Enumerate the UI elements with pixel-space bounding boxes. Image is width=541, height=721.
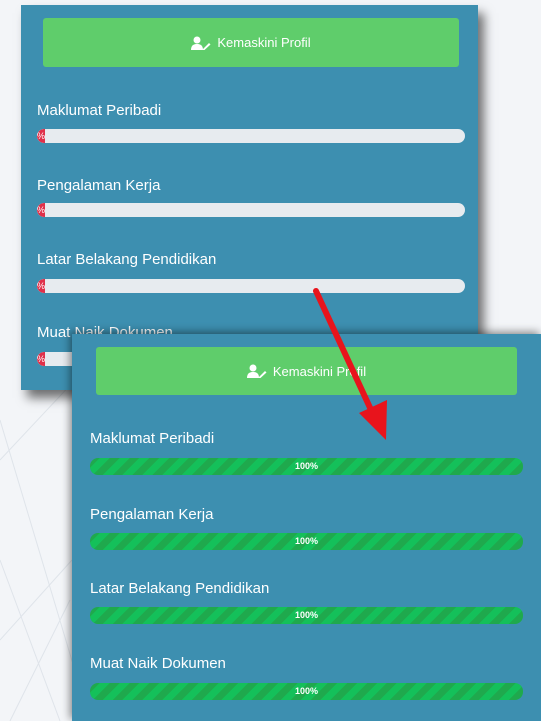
section-label-personal: Maklumat Peribadi — [37, 102, 162, 119]
progress-percent-education: 100% — [294, 610, 319, 620]
progress-bar-experience: 100% — [90, 533, 523, 550]
section-label-education: Latar Belakang Pendidikan — [37, 251, 217, 268]
section-label-experience: Pengalaman Kerja — [90, 506, 214, 523]
update-profile-button[interactable]: Kemaskini Profil — [96, 347, 517, 395]
progress-fill-experience: % — [37, 203, 46, 217]
section-label-education: Latar Belakang Pendidikan — [90, 580, 270, 597]
progress-bar-experience: % — [37, 203, 465, 217]
section-label-experience: Pengalaman Kerja — [37, 177, 161, 194]
progress-fill-personal: % — [37, 129, 46, 143]
progress-bar-personal: 100% — [90, 458, 523, 475]
update-profile-label: Kemaskini Profil — [217, 35, 311, 50]
progress-bar-personal: % — [37, 129, 465, 143]
progress-percent-personal: 100% — [294, 461, 319, 471]
section-label-documents: Muat Naik Dokumen — [90, 655, 226, 672]
section-label-personal: Maklumat Peribadi — [90, 430, 215, 447]
user-edit-icon — [191, 36, 211, 50]
progress-bar-documents: 100% — [90, 683, 523, 700]
progress-bar-education: % — [37, 279, 465, 293]
profile-panel-after: Kemaskini Profil Maklumat Peribadi 100% … — [72, 334, 541, 721]
update-profile-button[interactable]: Kemaskini Profil — [43, 18, 459, 67]
update-profile-label: Kemaskini Profil — [272, 363, 367, 379]
progress-bar-education: 100% — [90, 607, 523, 624]
profile-panel-before: Kemaskini Profil Maklumat Peribadi % Pen… — [21, 5, 478, 390]
progress-percent-documents: 100% — [294, 686, 319, 696]
progress-fill-documents: % — [37, 352, 46, 366]
progress-fill-education: % — [37, 279, 46, 293]
user-edit-icon — [246, 364, 267, 378]
progress-percent-experience: 100% — [294, 536, 319, 546]
